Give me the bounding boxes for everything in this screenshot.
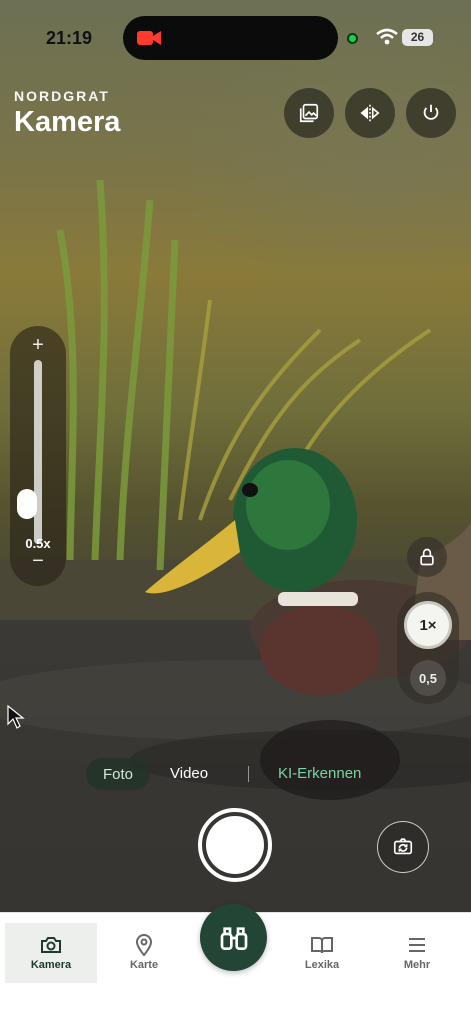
- lens-lock-button[interactable]: [407, 537, 447, 577]
- nav-label-kamera: Kamera: [30, 959, 72, 971]
- page-title: Kamera: [14, 106, 121, 138]
- mode-foto[interactable]: Foto: [86, 758, 150, 790]
- nav-label-lexika: Lexika: [304, 959, 340, 971]
- zoom-plus-button[interactable]: +: [10, 334, 66, 357]
- battery-indicator: 26: [402, 29, 433, 46]
- wifi-icon: [376, 28, 398, 45]
- power-button[interactable]: [406, 88, 456, 138]
- book-icon: [311, 937, 333, 954]
- mirror-button[interactable]: [345, 88, 395, 138]
- lock-icon: [420, 548, 434, 566]
- camera-in-use-dot: [347, 33, 358, 44]
- mirror-icon: [360, 104, 380, 122]
- shutter-inner: [206, 816, 264, 874]
- zoom-value: 0.5x: [25, 536, 51, 551]
- lens-1x-button[interactable]: 1×: [404, 601, 452, 649]
- nav-item-karte[interactable]: Karte: [98, 923, 190, 983]
- flip-camera-icon: [393, 838, 413, 855]
- camera-icon: [41, 937, 61, 953]
- lens-05-button[interactable]: 0,5: [410, 660, 446, 696]
- zoom-slider-track[interactable]: [34, 360, 42, 544]
- map-pin-icon: [135, 934, 153, 957]
- nav-item-kamera[interactable]: Kamera: [5, 923, 97, 983]
- nav-label-karte: Karte: [129, 959, 159, 971]
- zoom-slider-thumb[interactable]: [17, 489, 37, 519]
- zoom-minus-button[interactable]: −: [10, 550, 66, 573]
- video-recording-icon: [137, 31, 161, 45]
- nav-label-mehr: Mehr: [403, 959, 431, 971]
- nav-item-mehr[interactable]: Mehr: [371, 923, 463, 983]
- binoculars-fab-button[interactable]: [200, 904, 267, 971]
- lens-selector: 1× 0,5: [397, 592, 459, 704]
- gallery-icon: [299, 103, 319, 123]
- power-icon: [423, 104, 439, 120]
- dynamic-island: [123, 16, 338, 60]
- flip-camera-button[interactable]: [377, 821, 429, 873]
- zoom-slider-panel: + 0.5x −: [10, 326, 66, 586]
- nav-item-lexika[interactable]: Lexika: [276, 923, 368, 983]
- mode-ki-erkennen[interactable]: KI-Erkennen: [278, 765, 361, 782]
- mode-divider: [248, 766, 249, 782]
- camera-viewfinder[interactable]: 21:19 26 NORDGRAT Kamera + 0.5x − 1× 0,5…: [0, 0, 471, 912]
- status-time: 21:19: [46, 28, 93, 48]
- gallery-button[interactable]: [284, 88, 334, 138]
- binoculars-icon: [220, 926, 247, 950]
- mouse-cursor-icon: [7, 704, 25, 729]
- mode-video[interactable]: Video: [170, 765, 208, 782]
- brand-label: NORDGRAT: [14, 88, 110, 104]
- menu-icon: [409, 938, 425, 952]
- shutter-button[interactable]: [198, 808, 272, 882]
